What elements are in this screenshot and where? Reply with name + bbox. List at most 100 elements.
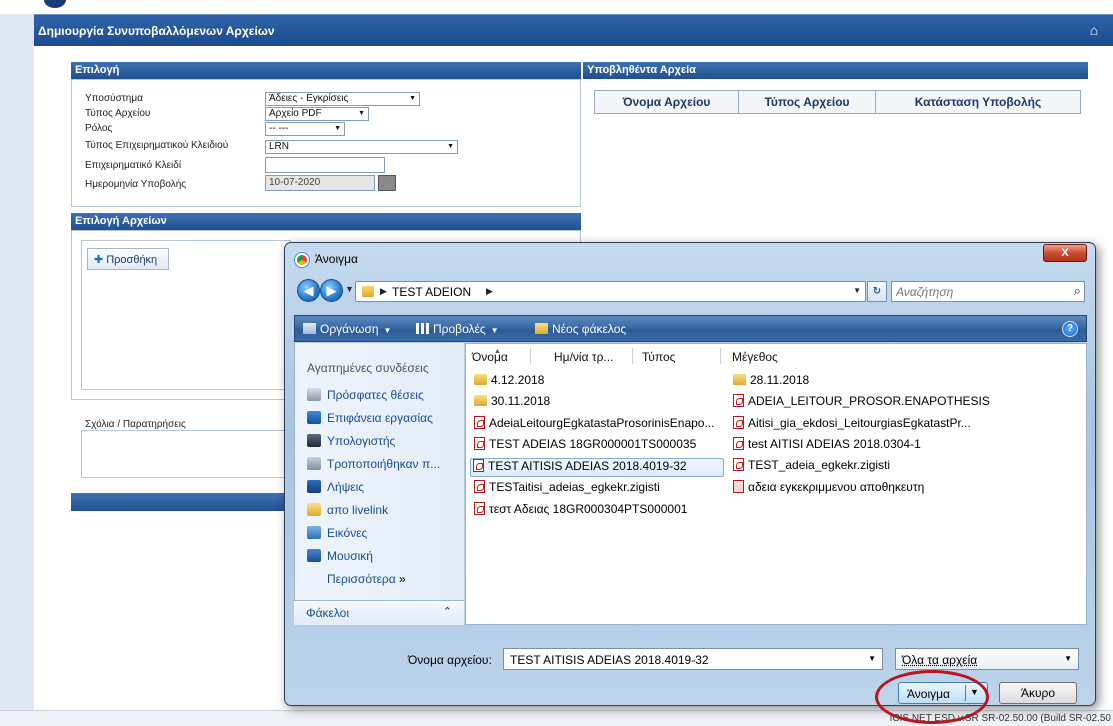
pdf-icon xyxy=(733,458,744,471)
file-item[interactable]: 30.11.2018 xyxy=(472,394,550,413)
back-button[interactable]: ◀ xyxy=(297,279,320,302)
search-box[interactable]: ⌕ xyxy=(891,281,1085,302)
more-favorites[interactable]: Περισσότερα » xyxy=(327,572,406,590)
search-input[interactable] xyxy=(892,282,1062,301)
chevron-up-icon[interactable]: ⌃ xyxy=(443,605,452,618)
breadcrumb-arrow-icon[interactable]: ▶ xyxy=(486,286,493,297)
search-icon[interactable]: ⌕ xyxy=(1074,283,1081,299)
organize-menu[interactable]: Οργάνωση ▼ xyxy=(303,322,391,336)
desktop-icon xyxy=(307,411,321,424)
col-submission-status[interactable]: Κατάσταση Υποβολής xyxy=(875,90,1081,114)
file-item[interactable]: 28.11.2018 xyxy=(731,373,809,392)
chevron-down-icon[interactable]: ▼ xyxy=(868,654,876,663)
pdf-icon xyxy=(473,459,484,472)
file-item[interactable]: 4.12.2018 xyxy=(472,373,544,392)
role-select[interactable]: -- --- ▼ xyxy=(265,122,345,136)
file-item[interactable]: TEST ADEIAS 18GR000001TS000035 xyxy=(472,437,696,456)
top-edge xyxy=(0,0,1113,14)
file-item[interactable]: TESTaitisi_adeias_egkekr.zigisti xyxy=(472,480,660,499)
favorite-music[interactable]: Μουσική xyxy=(307,549,373,567)
favorite-recent-places[interactable]: Πρόσφατες θέσεις xyxy=(307,388,424,406)
folder-icon xyxy=(733,374,746,385)
favorite-downloads[interactable]: Λήψεις xyxy=(307,480,364,498)
folders-toggle[interactable]: Φάκελοι ⌃ xyxy=(294,600,464,625)
key-type-select[interactable]: LRN ▼ xyxy=(265,140,458,154)
business-key-label: Επιχειρηματικό Κλειδί xyxy=(85,160,182,171)
col-type[interactable]: Τύπος xyxy=(642,350,675,364)
file-type-label: Τύπος Αρχείου xyxy=(85,108,151,119)
key-type-label: Τύπος Επιχειρηματικού Κλειδιού xyxy=(85,140,229,151)
history-dropdown-icon[interactable]: ▼ xyxy=(345,284,354,294)
subsystem-label: Υποσύστημα xyxy=(85,93,143,104)
file-type-select[interactable]: Αρχείο PDF ▼ xyxy=(265,107,369,121)
calendar-icon[interactable] xyxy=(378,175,396,191)
refresh-icon[interactable]: ↻ xyxy=(867,281,887,302)
close-button[interactable]: X xyxy=(1043,244,1087,262)
new-folder-button[interactable]: Νέος φάκελος xyxy=(535,322,626,336)
file-item[interactable]: τεστ Αδειας 18GR000304PTS000001 xyxy=(472,502,687,521)
col-divider xyxy=(530,348,531,364)
pdf-icon xyxy=(474,416,485,429)
file-item[interactable]: Aitisi_gia_ekdosi_LeitourgiasEgkatastPr.… xyxy=(731,416,971,435)
business-key-input[interactable] xyxy=(265,157,385,173)
recent-places-icon xyxy=(307,388,321,401)
pdf-icon xyxy=(474,502,485,515)
folder-icon xyxy=(307,503,321,516)
forward-button[interactable]: ▶ xyxy=(320,279,343,302)
file-item[interactable]: TEST_adeia_egkekr.zigisti xyxy=(731,458,890,477)
col-date[interactable]: Ημ/νία τρ... xyxy=(554,350,613,364)
file-item-selected[interactable]: TEST AITISIS ADEIAS 2018.4019-32 xyxy=(470,458,724,477)
views-menu[interactable]: Προβολές ▼ xyxy=(416,322,499,336)
pictures-icon xyxy=(307,526,321,539)
favorites-pane: Αγαπημένες συνδέσεις Πρόσφατες θέσεις Επ… xyxy=(294,343,464,625)
filename-input[interactable]: TEST AITISIS ADEIAS 2018.4019-32 ▼ xyxy=(503,648,883,670)
favorite-desktop[interactable]: Επιφάνεια εργασίας xyxy=(307,411,433,429)
file-item[interactable]: ADEIA_LEITOUR_PROSOR.ENAPOTHESIS xyxy=(731,394,990,413)
chevron-down-icon[interactable]: ▼ xyxy=(1064,654,1072,663)
plus-icon: ✚ xyxy=(94,254,104,266)
folder-icon xyxy=(474,374,487,385)
favorite-computer[interactable]: Υπολογιστής xyxy=(307,434,395,452)
favorites-heading: Αγαπημένες συνδέσεις xyxy=(307,361,429,375)
address-bar[interactable]: ▶ TEST ADEION ▶ ▼ xyxy=(355,281,866,302)
home-icon[interactable]: ⌂ xyxy=(1086,22,1102,38)
comments-textarea[interactable] xyxy=(81,430,291,478)
file-list-pane: ▲ Όνομα Ημ/νία τρ... Τύπος Μέγεθος 4.12.2… xyxy=(465,343,1087,625)
favorite-recently-changed[interactable]: Τροποποιήθηκαν π... xyxy=(307,457,440,475)
open-file-dialog: Άνοιγμα X ◀ ▶ ▼ ▶ TEST ADEION ▶ ▼ ↻ ⌕ Ορ… xyxy=(284,242,1096,706)
new-folder-icon xyxy=(535,323,548,334)
subsystem-select[interactable]: Άδειες - Εγκρίσεις ▼ xyxy=(265,92,420,106)
filetype-select[interactable]: Όλα τα αρχεία ▼ xyxy=(895,648,1079,670)
file-item[interactable]: test AITISI ADEIAS 2018.0304-1 xyxy=(731,437,921,456)
computer-icon xyxy=(307,434,321,447)
pdf-icon xyxy=(733,394,744,407)
col-file-type[interactable]: Τύπος Αρχείου xyxy=(738,90,876,114)
breadcrumb-arrow-icon[interactable]: ▶ xyxy=(380,286,387,297)
submission-date-input: 10-07-2020 xyxy=(265,175,375,191)
file-item[interactable]: AdeiaLeitourgEgkatastaProsorinisEnapo... xyxy=(472,416,714,435)
col-size[interactable]: Μέγεθος xyxy=(732,350,778,364)
comments-label: Σχόλια / Παρατηρήσεις xyxy=(85,419,186,430)
role-label: Ρόλος xyxy=(85,123,113,134)
breadcrumb-current[interactable]: TEST ADEION xyxy=(392,285,471,299)
add-button[interactable]: ✚ Προσθήκη xyxy=(87,248,169,270)
favorite-pictures[interactable]: Εικόνες xyxy=(307,526,367,544)
help-icon[interactable]: ? xyxy=(1062,321,1078,337)
cancel-button[interactable]: Άκυρο xyxy=(999,682,1077,704)
address-dropdown-icon[interactable]: ▼ xyxy=(853,286,861,295)
file-item[interactable]: αδεια εγκεκριμμενου αποθηκευτη xyxy=(731,480,924,499)
downloads-icon xyxy=(307,480,321,493)
favorite-livelink[interactable]: απο livelink xyxy=(307,503,388,521)
dialog-title: Άνοιγμα xyxy=(315,252,358,266)
pdf-icon xyxy=(733,437,744,450)
col-name[interactable]: ▲ Όνομα xyxy=(472,348,508,364)
chrome-icon xyxy=(295,253,309,267)
dialog-toolbar: Οργάνωση ▼ Προβολές ▼ Νέος φάκελος ? xyxy=(294,315,1087,342)
col-file-name[interactable]: Όνομα Αρχείου xyxy=(594,90,739,114)
screen: Δημιουργία Συνυποβαλλόμενων Αρχείων ⌂ ? … xyxy=(0,0,1113,726)
pdf-icon xyxy=(474,437,485,450)
folders-label: Φάκελοι xyxy=(306,606,350,620)
pdf-icon xyxy=(474,480,485,493)
folder-icon xyxy=(362,286,374,297)
filename-label: Όνομα αρχείου: xyxy=(408,653,492,667)
